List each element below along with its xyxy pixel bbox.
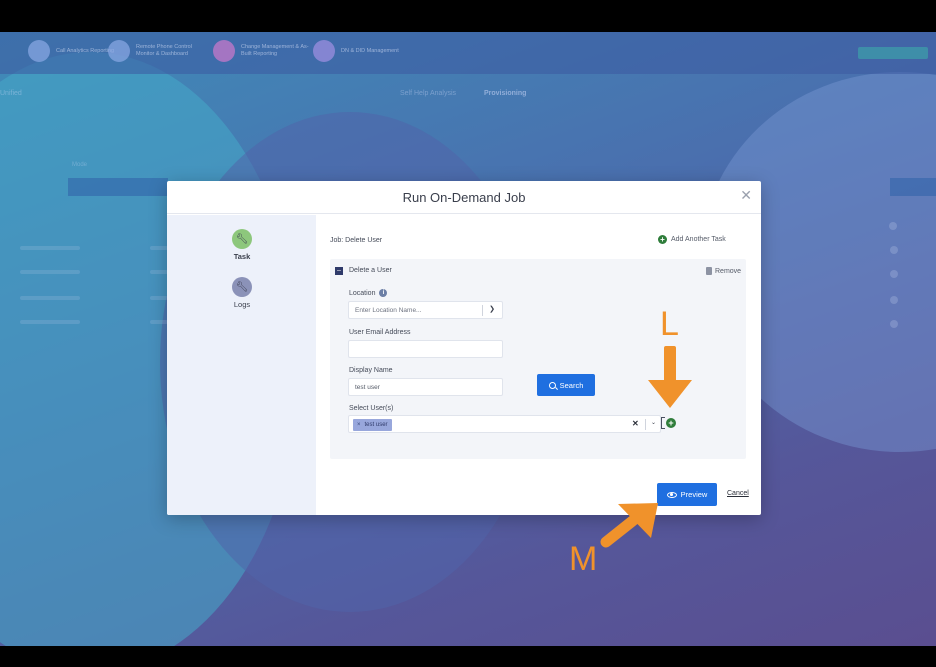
background-row	[150, 270, 168, 274]
mode-label: Mode	[72, 162, 88, 168]
nav-item-label: Change Management & As-Built Reporting	[241, 44, 309, 57]
wrench-icon: 🔧︎	[232, 229, 252, 249]
nav-item-label: DN & DID Management	[341, 47, 399, 54]
email-field[interactable]	[348, 340, 503, 358]
display-name-value: test user	[355, 383, 380, 391]
tab-self-help[interactable]: Self Help Analysis	[400, 90, 456, 97]
add-user-button[interactable]: +	[666, 418, 676, 428]
select-users-multiselect[interactable]: × test user ✕ ⌄	[348, 415, 661, 433]
remove-task-button[interactable]: Remove	[706, 267, 741, 275]
preview-button[interactable]: Preview	[657, 483, 717, 506]
background-row	[20, 246, 80, 250]
app-top-nav: Call Analytics Reporting Remote Phone Co…	[0, 32, 936, 74]
select-divider	[482, 305, 483, 316]
tab-provisioning[interactable]: Provisioning	[484, 90, 526, 97]
call-analytics-icon	[28, 40, 50, 62]
display-name-field[interactable]: test user	[348, 378, 503, 396]
chevron-down-icon[interactable]: ⌄	[651, 419, 656, 426]
annotation-letter-m: M	[569, 540, 598, 578]
add-another-task-button[interactable]: + Add Another Task	[658, 235, 726, 244]
location-select[interactable]: Enter Location Name... ❯	[348, 301, 503, 319]
preview-button-label: Preview	[680, 490, 708, 499]
select-users-label: Select User(s)	[349, 405, 393, 412]
background-button[interactable]	[68, 178, 168, 196]
modal-sidebar: 🔧︎ Task 🔧︎ Logs	[167, 215, 316, 515]
nav-item-label: Remote Phone Control Monitor & Dashboard	[136, 44, 192, 57]
change-management-icon	[213, 40, 235, 62]
collapse-icon[interactable]: –	[335, 267, 343, 275]
info-icon[interactable]: i	[379, 289, 388, 297]
search-icon	[548, 381, 556, 389]
dn-did-icon	[313, 40, 335, 62]
trash-icon	[706, 267, 712, 275]
modal-title: Run On-Demand Job	[402, 189, 526, 205]
add-task-label: Add Another Task	[671, 236, 726, 243]
unified-dropdown[interactable]: Unified	[0, 90, 22, 97]
search-button[interactable]: Search	[537, 374, 595, 396]
search-button-label: Search	[559, 380, 584, 390]
background-row	[150, 296, 168, 300]
nav-item-change-management[interactable]: Change Management & As-Built Reporting	[213, 40, 311, 62]
selected-user-chip: × test user	[353, 419, 392, 431]
email-label-text: User Email Address	[349, 329, 411, 336]
background-icon	[889, 222, 897, 230]
cursor-bracket	[661, 417, 665, 429]
sidebar-item-label: Task	[233, 252, 251, 261]
sidebar-item-label: Logs	[233, 300, 251, 309]
nav-item-dn-did[interactable]: DN & DID Management	[313, 40, 411, 62]
close-icon[interactable]: ✕	[740, 187, 752, 204]
background-button[interactable]	[890, 178, 936, 196]
header-action-button[interactable]	[858, 47, 928, 59]
location-label: Location i	[349, 289, 388, 297]
background-icon	[890, 320, 898, 328]
background-row	[20, 270, 80, 274]
modal-main: Job: Delete User + Add Another Task – De…	[316, 215, 761, 515]
select-divider	[645, 419, 646, 430]
job-label: Job: Delete User	[330, 237, 383, 244]
background-row	[20, 320, 80, 324]
eye-icon	[666, 491, 677, 498]
email-label: User Email Address	[349, 329, 410, 336]
location-label-text: Location	[349, 289, 376, 297]
background-row	[20, 296, 80, 300]
remove-label: Remove	[715, 267, 742, 275]
cancel-link[interactable]: Cancel	[727, 490, 749, 497]
chip-label: test user	[364, 422, 388, 428]
wrench-icon: 🔧︎	[232, 277, 252, 297]
sidebar-item-task[interactable]: 🔧︎ Task	[225, 229, 259, 261]
chevron-down-icon[interactable]: ❯	[489, 305, 495, 313]
display-name-label: Display Name	[349, 367, 393, 374]
remote-phone-icon	[108, 40, 130, 62]
background-row	[150, 246, 168, 250]
location-placeholder: Enter Location Name...	[355, 306, 422, 314]
plus-circle-icon: +	[658, 235, 667, 244]
annotation-letter-l: L	[660, 305, 679, 343]
background-icon	[890, 296, 898, 304]
sidebar-item-logs[interactable]: 🔧︎ Logs	[225, 277, 259, 309]
clear-icon[interactable]: ✕	[632, 419, 639, 428]
modal-header: Run On-Demand Job ✕	[167, 181, 761, 214]
display-name-label-text: Display Name	[349, 367, 393, 374]
background-icon	[890, 270, 898, 278]
select-users-label-text: Select User(s)	[349, 405, 394, 412]
background-icon	[890, 246, 898, 254]
run-on-demand-job-modal: Run On-Demand Job ✕ 🔧︎ Task 🔧︎ Logs Job:…	[167, 181, 761, 515]
nav-item-remote-phone[interactable]: Remote Phone Control Monitor & Dashboard	[108, 40, 206, 62]
task-panel: – Delete a User Remove Location i Enter …	[330, 259, 746, 459]
background-row	[150, 320, 168, 324]
letterbox-bottom	[0, 646, 936, 667]
task-title: Delete a User	[349, 267, 392, 274]
chip-remove-icon[interactable]: ×	[357, 422, 361, 428]
letterbox-top	[0, 0, 936, 32]
